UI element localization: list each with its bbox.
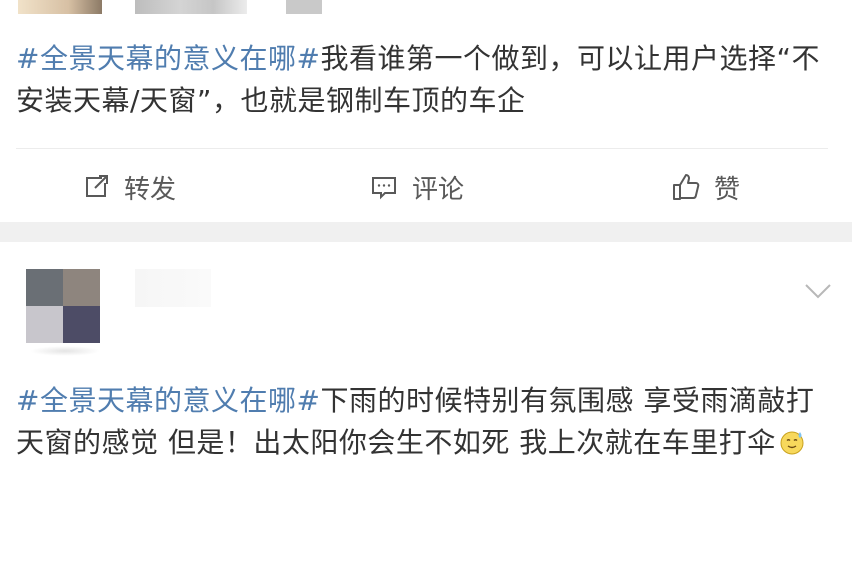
avatar[interactable] [26, 269, 100, 343]
avatar-blurred [18, 0, 102, 14]
like-label: 赞 [714, 174, 741, 205]
repost-button[interactable]: 转发 [80, 168, 176, 206]
username-blurred[interactable] [135, 269, 211, 307]
sweat-smile-emoji [780, 431, 804, 455]
comment-button[interactable]: 评论 [368, 168, 464, 206]
post-card: #全景天幕的意义在哪#我看谁第一个做到，可以让用户选择“不安装天幕/天窗”，也就… [0, 0, 852, 222]
post-text: #全景天幕的意义在哪#我看谁第一个做到，可以让用户选择“不安装天幕/天窗”，也就… [16, 38, 838, 122]
username-blurred [135, 0, 247, 14]
meta-blurred [286, 0, 322, 14]
hashtag-link[interactable]: #全景天幕的意义在哪# [16, 384, 320, 417]
comment-bubble-icon [372, 177, 396, 200]
chevron-down-icon[interactable] [804, 282, 832, 300]
divider [16, 148, 828, 149]
post-card: #全景天幕的意义在哪#下雨的时候特别有氛围感 享受雨滴敲打天窗的感觉 但是！出太… [0, 242, 852, 565]
hashtag-link[interactable]: #全景天幕的意义在哪# [16, 42, 320, 75]
avatar-shadow [30, 346, 100, 356]
like-button[interactable]: 赞 [670, 168, 740, 206]
comment-label: 评论 [412, 174, 465, 205]
post-text: #全景天幕的意义在哪#下雨的时候特别有氛围感 享受雨滴敲打天窗的感觉 但是！出太… [16, 380, 838, 464]
share-edit-icon [86, 175, 108, 197]
feed-separator [0, 222, 852, 242]
repost-label: 转发 [124, 174, 177, 205]
thumbs-up-icon [673, 174, 700, 200]
